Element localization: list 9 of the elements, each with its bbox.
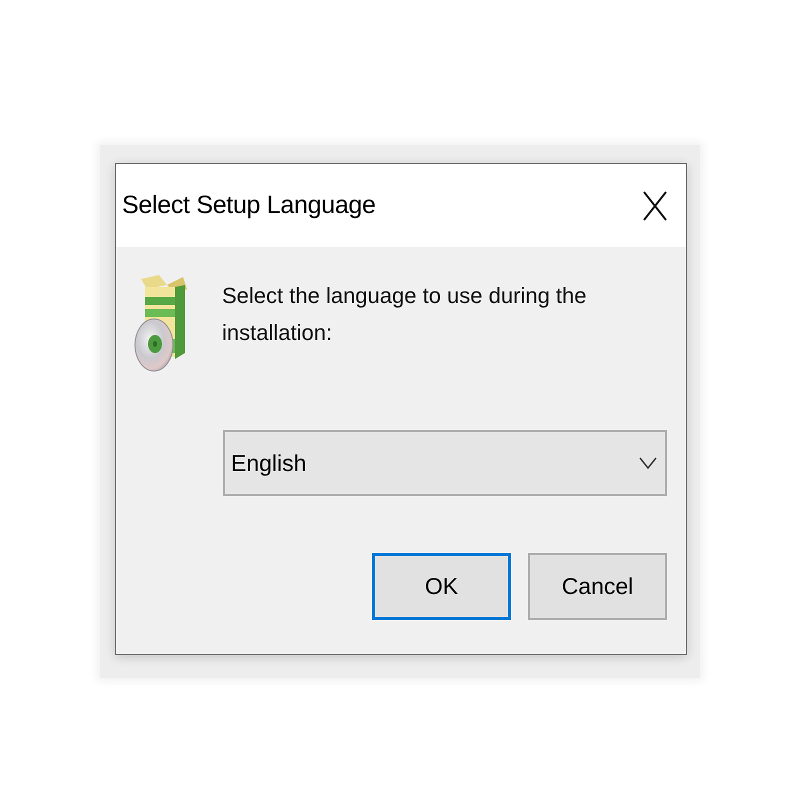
language-dropdown[interactable]: English	[223, 430, 667, 496]
instruction-text: Select the language to use during the installation:	[222, 282, 588, 347]
window-title: Select Setup Language	[122, 191, 376, 220]
close-button[interactable]	[643, 190, 667, 220]
box-with-disc-icon	[133, 275, 189, 373]
chevron-down-icon	[639, 457, 657, 469]
dialog-button[interactable]: Cancel	[528, 553, 667, 620]
dialog-button[interactable]: OK	[372, 553, 511, 620]
close-icon	[643, 190, 667, 220]
